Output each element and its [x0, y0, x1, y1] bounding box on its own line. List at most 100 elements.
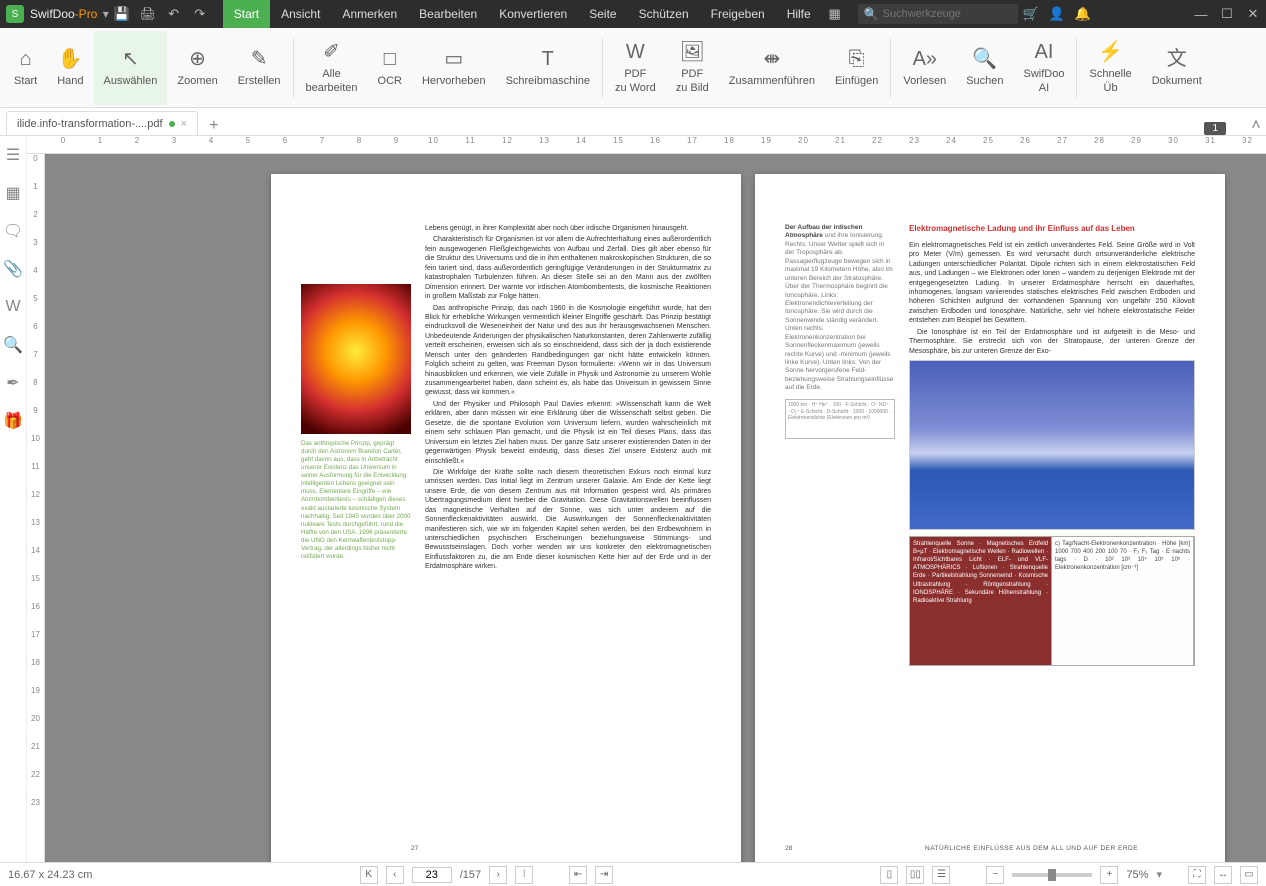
document-tab-title: ilide.info-transformation-....pdf — [17, 118, 163, 130]
next-page-button[interactable]: › — [489, 866, 507, 884]
ribbon-label: SwifDoo AI — [1024, 68, 1065, 94]
body-text: Und der Physiker und Philosoph Paul Davi… — [425, 400, 711, 466]
ribbon-read[interactable]: A»Vorlesen — [893, 31, 956, 105]
ribbon-quick[interactable]: ⚡Schnelle Üb — [1079, 31, 1141, 105]
create-icon: ✎ — [251, 47, 268, 71]
hand-icon: ✋ — [58, 47, 83, 71]
ribbon-typewriter[interactable]: TSchreibmaschine — [496, 31, 600, 105]
ribbon-editall[interactable]: ✐Alle bearbeiten — [296, 31, 368, 105]
signature-icon[interactable]: ✒ — [0, 370, 26, 396]
ribbon-label: OCR — [378, 75, 402, 88]
continuous-icon[interactable]: ☰ — [932, 866, 950, 884]
zoom-slider[interactable] — [1012, 873, 1092, 877]
toimg-icon: 🖼 — [680, 40, 705, 64]
comments-icon[interactable]: 🗨 — [0, 218, 26, 244]
maximize-button[interactable]: ☐ — [1214, 0, 1240, 28]
toword-icon: W — [626, 40, 645, 64]
zoom-icon: ⊕ — [189, 47, 206, 71]
ribbon-highlight[interactable]: ▭Hervorheben — [412, 31, 496, 105]
ribbon-start[interactable]: ⌂Start — [4, 31, 47, 105]
ribbon-merge[interactable]: ⇼Zusammenführen — [719, 31, 825, 105]
ribbon-create[interactable]: ✎Erstellen — [228, 31, 291, 105]
menu-anmerken[interactable]: Anmerken — [331, 0, 408, 28]
fit-page-icon[interactable]: ⛶ — [1188, 866, 1206, 884]
user-icon[interactable]: 👤 — [1044, 0, 1070, 28]
document-viewport[interactable]: Das anthropische Prinzip, geprägt durch … — [45, 154, 1266, 862]
typewriter-icon: T — [542, 47, 554, 71]
diagram-atmosphere-layers — [909, 360, 1195, 530]
ribbon-insert[interactable]: ⎘Einfügen — [825, 31, 888, 105]
next-view-button[interactable]: ⇥ — [595, 866, 613, 884]
word-icon[interactable]: W — [0, 294, 26, 320]
ribbon-ai[interactable]: AISwifDoo AI — [1014, 31, 1075, 105]
search-tools-input[interactable] — [883, 8, 1013, 20]
zoom-dropdown-icon[interactable]: ▾ — [1156, 868, 1162, 881]
document-tab-strip: ilide.info-transformation-....pdf × + 1 … — [0, 108, 1266, 136]
close-tab-icon[interactable]: × — [181, 118, 187, 130]
ribbon-separator — [293, 38, 294, 98]
gift-icon[interactable]: 🎁 — [0, 408, 26, 434]
prev-view-button[interactable]: ⇤ — [569, 866, 587, 884]
minimize-button[interactable]: — — [1188, 0, 1214, 28]
print-icon[interactable]: 🖨 — [135, 0, 161, 28]
apps-icon[interactable]: ▦ — [822, 0, 848, 28]
margin-body: und ihre Ionisierung. Rechts: Unser Wett… — [785, 232, 893, 391]
cart-icon[interactable]: 🛒 — [1018, 0, 1044, 28]
add-tab-button[interactable]: + — [204, 117, 224, 135]
pdf-page-right[interactable]: Der Aufbau der irdischen Atmosphäre und … — [755, 174, 1225, 862]
ribbon-toword[interactable]: WPDF zu Word — [605, 31, 666, 105]
quick-icon: ⚡ — [1098, 40, 1123, 64]
ribbon-docset[interactable]: 文Dokument — [1142, 31, 1212, 105]
single-page-icon[interactable]: ▯ — [880, 866, 898, 884]
fit-width-icon[interactable]: ↔ — [1214, 866, 1232, 884]
page-number-input[interactable] — [412, 867, 452, 883]
menu-bearbeiten[interactable]: Bearbeiten — [408, 0, 488, 28]
ribbon-separator — [1076, 38, 1077, 98]
menu-start[interactable]: Start — [223, 0, 270, 28]
app-name: SwifDoo-Pro ▾ — [30, 7, 109, 21]
zoom-out-button[interactable]: − — [986, 866, 1004, 884]
figure-caption: Das anthropische Prinzip, geprägt durch … — [301, 440, 411, 561]
undo-icon[interactable]: ↶ — [161, 0, 187, 28]
menu-schützen[interactable]: Schützen — [628, 0, 700, 28]
search-tools-box[interactable]: 🔍 — [858, 4, 1018, 24]
ribbon-toimg[interactable]: 🖼PDF zu Bild — [666, 31, 719, 105]
search-icon[interactable]: 🔍 — [0, 332, 26, 358]
zoom-in-button[interactable]: + — [1100, 866, 1118, 884]
app-logo: S — [6, 5, 24, 23]
ribbon-search[interactable]: 🔍Suchen — [956, 31, 1013, 105]
collapse-ribbon-icon[interactable]: ˄ — [1246, 117, 1266, 135]
modified-dot-icon — [169, 121, 175, 127]
bell-icon[interactable]: 🔔 — [1070, 0, 1096, 28]
menu-ansicht[interactable]: Ansicht — [270, 0, 331, 28]
ribbon-hand[interactable]: ✋Hand — [47, 31, 93, 105]
save-icon[interactable]: 💾 — [109, 0, 135, 28]
menu-hilfe[interactable]: Hilfe — [776, 0, 822, 28]
document-wrapper: 0123456789101112131415161718192021222324… — [27, 136, 1266, 862]
search-icon: 🔍 — [864, 7, 879, 21]
ribbon-ocr[interactable]: □ OCR — [368, 31, 412, 105]
ribbon-separator — [602, 38, 603, 98]
pdf-page-left[interactable]: Das anthropische Prinzip, geprägt durch … — [271, 174, 741, 862]
menu-freigeben[interactable]: Freigeben — [700, 0, 776, 28]
chart-electron-density: 1000 km · H⁺ He⁺ · 100 · F-Schicht · O⁺ … — [785, 399, 895, 439]
prev-page-button[interactable]: ‹ — [386, 866, 404, 884]
close-button[interactable]: ✕ — [1240, 0, 1266, 28]
ribbon-zoom[interactable]: ⊕Zoomen — [167, 31, 227, 105]
ribbon-select[interactable]: ↖Auswählen — [94, 31, 168, 105]
body-text: Ein elektromagnetisches Feld ist ein zei… — [909, 241, 1195, 326]
editall-icon: ✐ — [323, 40, 340, 64]
document-tab[interactable]: ilide.info-transformation-....pdf × — [6, 111, 198, 135]
thumbnails-icon[interactable]: ▦ — [0, 180, 26, 206]
menu-seite[interactable]: Seite — [578, 0, 627, 28]
redo-icon[interactable]: ↷ — [187, 0, 213, 28]
main-area: ☰ ▦ 🗨 📎 W 🔍 ✒ 🎁 0123456789101112131415161718192… — [0, 136, 1266, 862]
read-mode-icon[interactable]: ▭ — [1240, 866, 1258, 884]
bookmark-icon[interactable]: ☰ — [0, 142, 26, 168]
first-page-button[interactable]: K — [360, 866, 378, 884]
ocr-icon: □ — [384, 47, 396, 71]
attachments-icon[interactable]: 📎 — [0, 256, 26, 282]
two-page-icon[interactable]: ▯▯ — [906, 866, 924, 884]
last-page-button[interactable]: ꘡ — [515, 866, 533, 884]
menu-konvertieren[interactable]: Konvertieren — [488, 0, 578, 28]
